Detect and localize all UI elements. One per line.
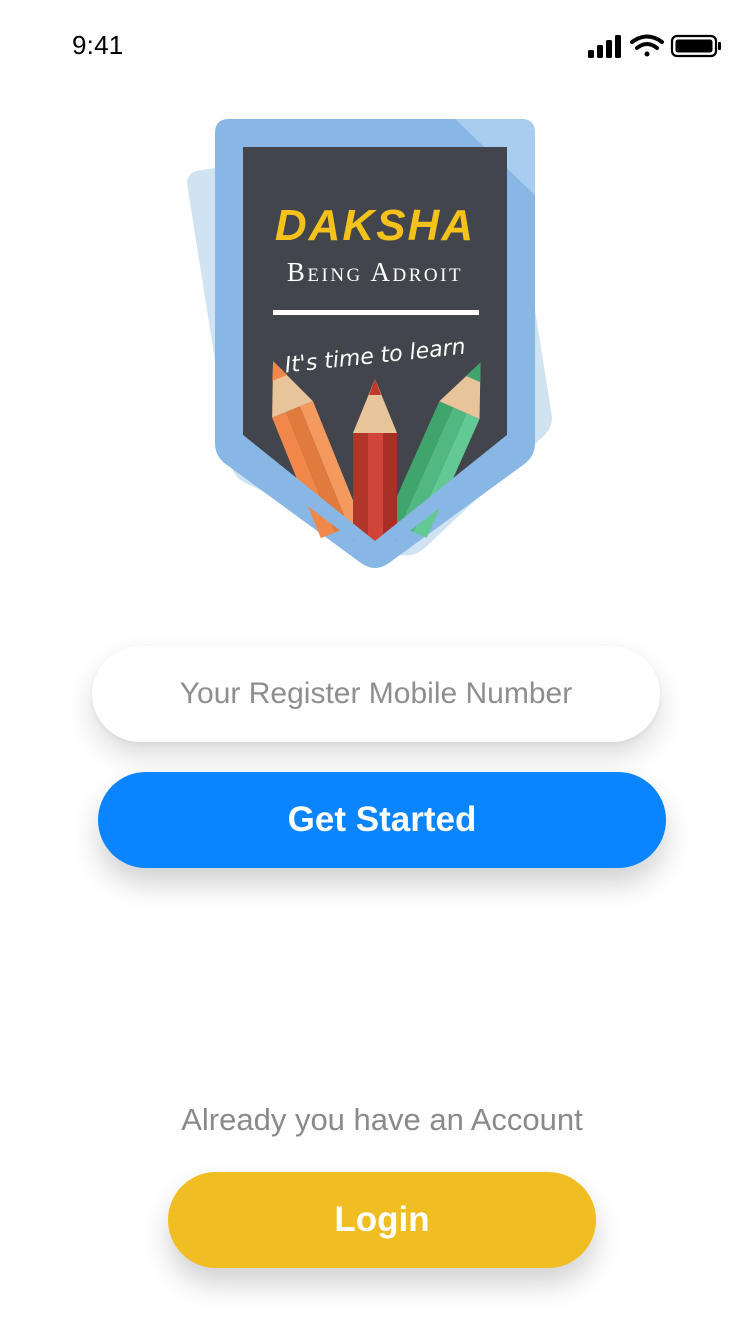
login-button[interactable]: Login	[168, 1172, 596, 1268]
account-prompt: Already you have an Account	[181, 1102, 583, 1137]
logo-tagline: Being Adroit	[287, 257, 463, 287]
logo-divider	[273, 310, 479, 315]
logo-graphic: DAKSHA Being Adroit It's time to learn	[185, 119, 552, 568]
status-bar: 9:41	[0, 0, 750, 92]
battery-icon	[670, 34, 721, 58]
get-started-button[interactable]: Get Started	[98, 772, 666, 868]
status-icons	[586, 32, 722, 60]
mobile-number-input[interactable]	[92, 646, 660, 742]
daksha-logo: DAKSHA Being Adroit It's time to learn	[185, 105, 565, 585]
status-time: 9:41	[72, 30, 124, 60]
wifi-icon	[630, 34, 664, 57]
status-icons-svg	[588, 34, 721, 58]
cellular-signal-icon	[588, 35, 621, 58]
logo-brand: DAKSHA	[275, 201, 475, 250]
